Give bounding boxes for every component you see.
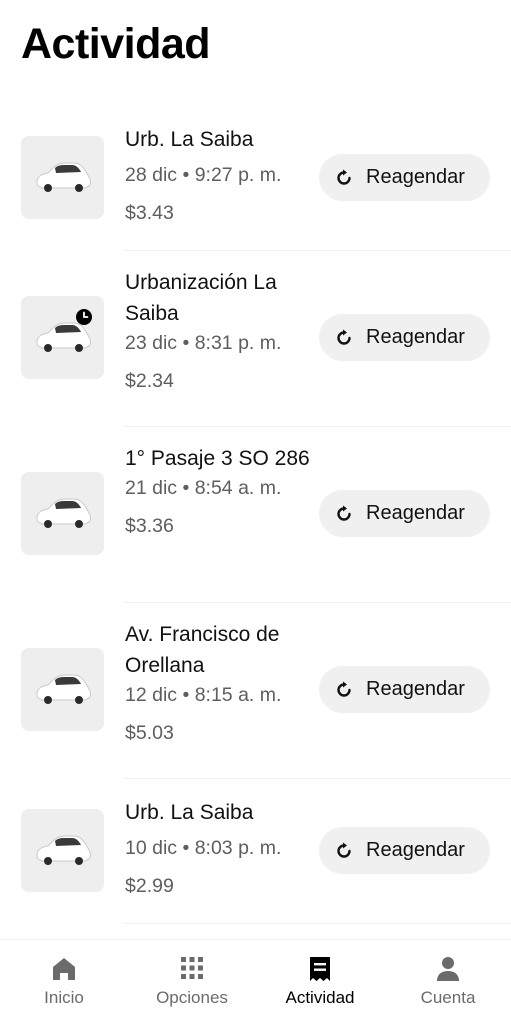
trip-info: 1° Pasaje 3 SO 286 21 dic • 8:54 a. m. $…: [125, 443, 315, 539]
rebook-button[interactable]: Reagendar: [319, 154, 490, 201]
nav-item-actividad[interactable]: Actividad: [256, 940, 384, 1024]
grid-icon: [181, 957, 203, 979]
trip-datetime: 23 dic • 8:31 p. m.: [125, 332, 282, 354]
rebook-icon: [337, 329, 351, 345]
rebook-button[interactable]: Reagendar: [319, 666, 490, 713]
rebook-button[interactable]: Reagendar: [319, 827, 490, 874]
rebook-label: Reagendar: [366, 166, 465, 188]
person-icon: [437, 957, 459, 981]
trip-info: Urbanización La Saiba 23 dic • 8:31 p. m…: [125, 267, 315, 394]
trip-row[interactable]: Urb. La Saiba 10 dic • 8:03 p. m. $2.99 …: [0, 779, 511, 924]
trip-row[interactable]: Av. Francisco de Orellana 12 dic • 8:15 …: [0, 603, 511, 779]
car-icon: [36, 835, 91, 865]
trip-info: Av. Francisco de Orellana 12 dic • 8:15 …: [125, 619, 315, 746]
trip-destination: 1° Pasaje 3 SO 286: [125, 447, 310, 470]
home-icon: [53, 958, 75, 980]
bottom-nav: Inicio Opciones Actividad Cuenta: [0, 939, 511, 1024]
trip-destination: Urbanización La Saiba: [125, 271, 277, 325]
rebook-icon: [337, 169, 351, 185]
trip-datetime: 10 dic • 8:03 p. m.: [125, 837, 282, 859]
car-icon: [36, 162, 91, 192]
rebook-label: Reagendar: [366, 326, 465, 348]
rebook-icon: [337, 505, 351, 521]
trip-row[interactable]: Urbanización La Saiba 23 dic • 8:31 p. m…: [0, 251, 511, 427]
nav-item-inicio[interactable]: Inicio: [0, 940, 128, 1024]
trip-destination: Urb. La Saiba: [125, 128, 254, 151]
nav-item-cuenta[interactable]: Cuenta: [384, 940, 511, 1024]
car-thumbnail: [21, 296, 104, 379]
divider: [125, 923, 511, 924]
trip-row[interactable]: Urb. La Saiba 28 dic • 9:27 p. m. $3.43 …: [0, 96, 511, 251]
trip-datetime: 21 dic • 8:54 a. m.: [125, 477, 282, 499]
receipt-icon: [310, 957, 330, 981]
car-icon: [36, 674, 91, 704]
page-title: Actividad: [21, 20, 211, 68]
trip-list: Urb. La Saiba 28 dic • 9:27 p. m. $3.43 …: [0, 96, 511, 924]
rebook-button[interactable]: Reagendar: [319, 314, 490, 361]
clock-icon: [76, 309, 92, 325]
trip-price: $3.43: [125, 202, 174, 224]
trip-price: $2.34: [125, 370, 174, 392]
rebook-label: Reagendar: [366, 502, 465, 524]
nav-label: Opciones: [156, 988, 228, 1007]
rebook-label: Reagendar: [366, 839, 465, 861]
trip-destination: Urb. La Saiba: [125, 801, 254, 824]
trip-info: Urb. La Saiba 10 dic • 8:03 p. m. $2.99: [125, 797, 315, 899]
rebook-icon: [337, 681, 351, 697]
rebook-icon: [337, 842, 351, 858]
nav-label: Actividad: [285, 988, 355, 1007]
trip-datetime: 28 dic • 9:27 p. m.: [125, 164, 282, 186]
car-thumbnail: [21, 472, 104, 555]
trip-destination: Av. Francisco de Orellana: [125, 623, 280, 677]
car-thumbnail: [21, 648, 104, 731]
car-icon: [36, 498, 91, 528]
trip-info: Urb. La Saiba 28 dic • 9:27 p. m. $3.43: [125, 124, 315, 226]
car-thumbnail: [21, 809, 104, 892]
rebook-label: Reagendar: [366, 678, 465, 700]
trip-datetime: 12 dic • 8:15 a. m.: [125, 684, 282, 706]
nav-label: Inicio: [44, 988, 84, 1007]
trip-price: $5.03: [125, 722, 174, 744]
car-thumbnail: [21, 136, 104, 219]
nav-label: Cuenta: [420, 988, 476, 1007]
nav-item-opciones[interactable]: Opciones: [128, 940, 256, 1024]
rebook-button[interactable]: Reagendar: [319, 490, 490, 537]
trip-price: $2.99: [125, 875, 174, 897]
trip-row[interactable]: 1° Pasaje 3 SO 286 21 dic • 8:54 a. m. $…: [0, 427, 511, 603]
trip-price: $3.36: [125, 515, 174, 537]
